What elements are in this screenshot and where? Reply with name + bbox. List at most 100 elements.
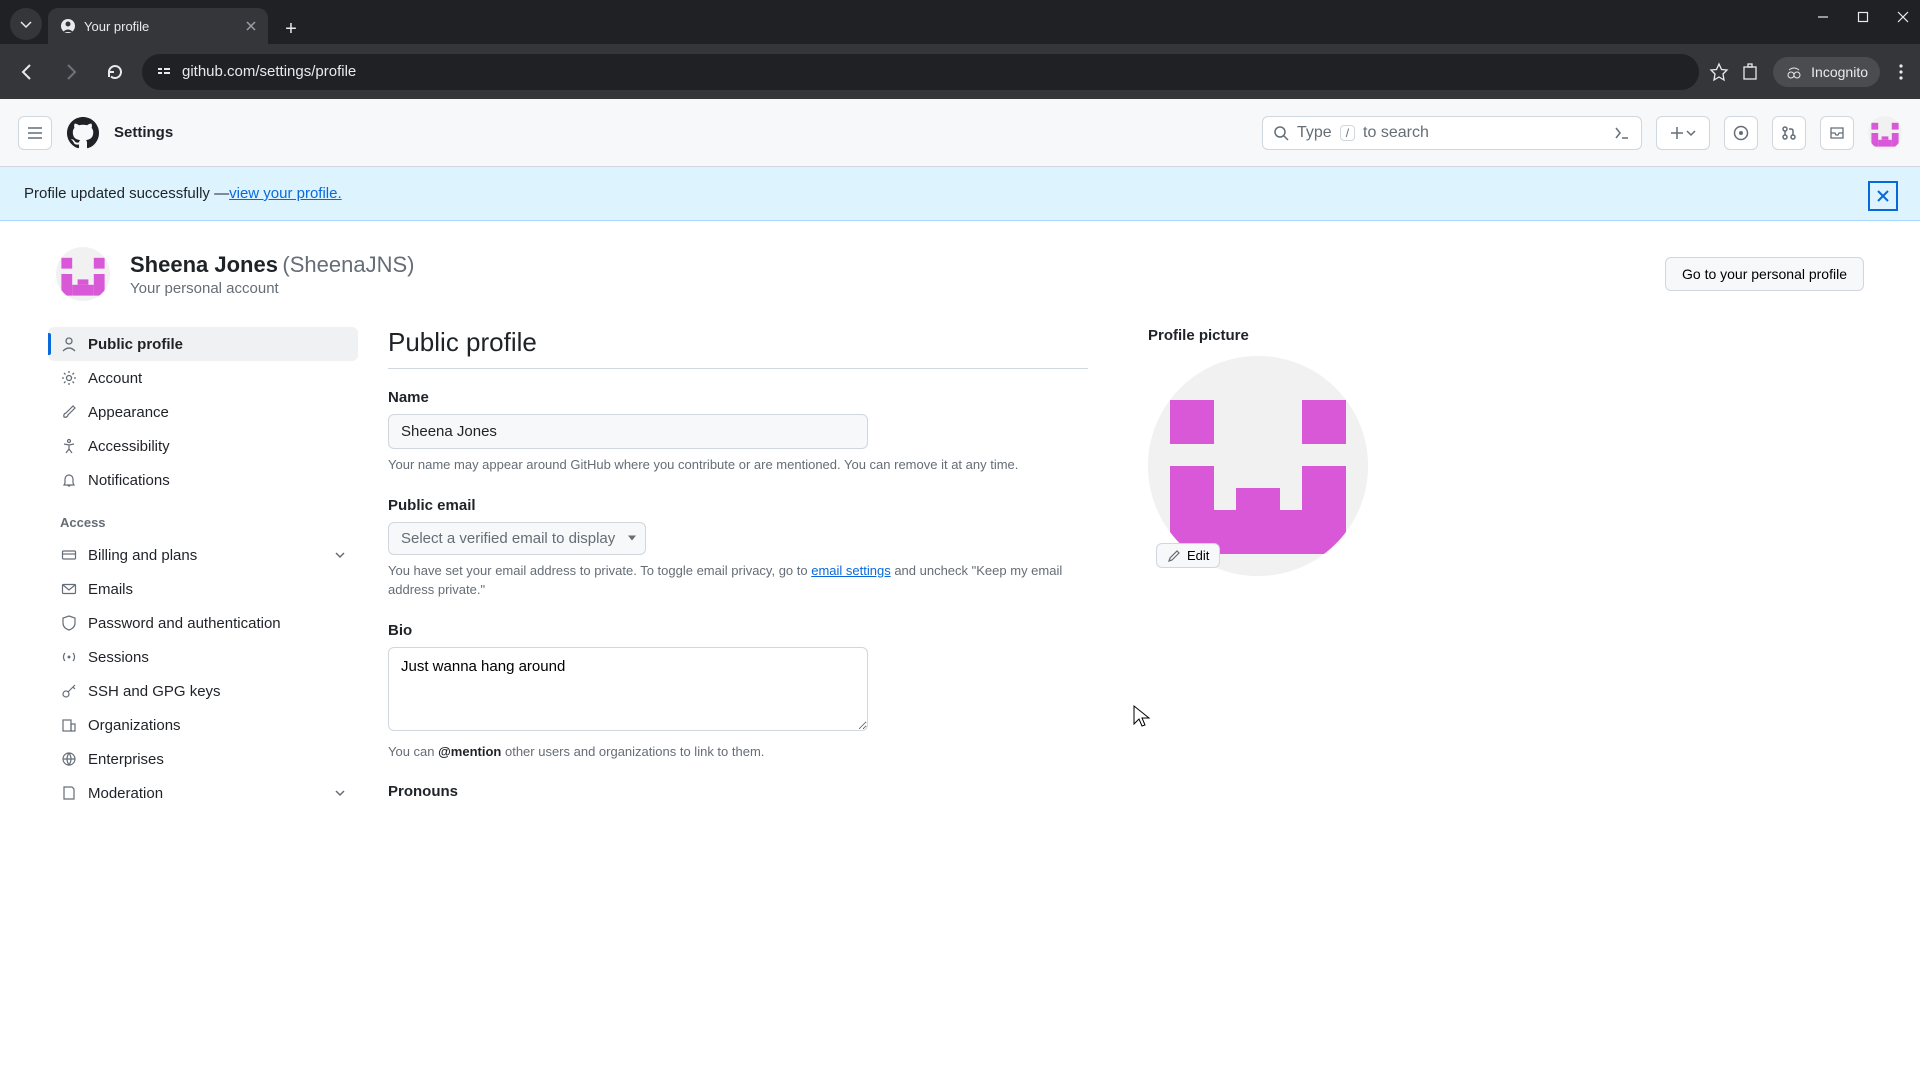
- nav-reload-button[interactable]: [98, 55, 132, 89]
- section-title: Public profile: [388, 327, 1088, 369]
- incognito-indicator[interactable]: Incognito: [1773, 57, 1880, 87]
- global-search[interactable]: Type / to search: [1262, 116, 1642, 150]
- go-to-profile-button[interactable]: Go to your personal profile: [1665, 257, 1864, 291]
- sidebar-label: Appearance: [88, 404, 169, 421]
- sidebar-item-ssh-keys[interactable]: SSH and GPG keys: [48, 674, 358, 708]
- field-public-email: Public email Select a verified email to …: [388, 497, 1088, 600]
- search-kbd: /: [1340, 125, 1355, 141]
- credit-card-icon: [60, 546, 78, 564]
- window-controls: [1814, 8, 1912, 26]
- account-display-name: Sheena Jones: [130, 252, 278, 277]
- sidebar-label: Public profile: [88, 336, 183, 353]
- sidebar-item-notifications[interactable]: Notifications: [48, 463, 358, 497]
- name-input[interactable]: [388, 414, 868, 449]
- field-name: Name Your name may appear around GitHub …: [388, 389, 1088, 475]
- chevron-down-icon: [334, 549, 346, 561]
- close-icon: [1877, 190, 1889, 202]
- email-select[interactable]: Select a verified email to display: [388, 522, 646, 555]
- sidebar-label: Password and authentication: [88, 615, 281, 632]
- flash-link[interactable]: view your profile.: [229, 185, 342, 202]
- site-info-icon[interactable]: [156, 64, 172, 80]
- address-bar: github.com/settings/profile Incognito: [0, 44, 1920, 99]
- pull-requests-button[interactable]: [1772, 116, 1806, 150]
- sidebar-label: Notifications: [88, 472, 170, 489]
- sidebar-item-account[interactable]: Account: [48, 361, 358, 395]
- bookmark-icon[interactable]: [1709, 62, 1729, 82]
- sidebar-item-emails[interactable]: Emails: [48, 572, 358, 606]
- window-maximize-icon[interactable]: [1854, 8, 1872, 26]
- sidebar-label: Enterprises: [88, 751, 164, 768]
- sidebar-item-organizations[interactable]: Organizations: [48, 708, 358, 742]
- identicon-icon: [56, 247, 110, 301]
- identicon-icon: [1868, 116, 1902, 150]
- issues-button[interactable]: [1724, 116, 1758, 150]
- nav-forward-button[interactable]: [54, 55, 88, 89]
- field-bio: Bio You can @mention other users and org…: [388, 622, 1088, 762]
- name-help: Your name may appear around GitHub where…: [388, 455, 1088, 475]
- pencil-icon: [1167, 549, 1181, 563]
- tab-close-icon[interactable]: [246, 21, 256, 31]
- broadcast-icon: [60, 648, 78, 666]
- flash-close-button[interactable]: [1868, 181, 1898, 211]
- email-label: Public email: [388, 497, 1088, 514]
- sidebar-label: Accessibility: [88, 438, 170, 455]
- browser-menu-icon[interactable]: [1892, 63, 1910, 81]
- sidebar-item-password[interactable]: Password and authentication: [48, 606, 358, 640]
- search-prefix: Type: [1297, 124, 1332, 142]
- window-minimize-icon[interactable]: [1814, 8, 1832, 26]
- nav-back-button[interactable]: [10, 55, 44, 89]
- sidebar-item-enterprises[interactable]: Enterprises: [48, 742, 358, 776]
- edit-picture-label: Edit: [1187, 548, 1209, 563]
- create-new-button[interactable]: [1656, 116, 1710, 150]
- url-text: github.com/settings/profile: [182, 63, 356, 80]
- tab-search-button[interactable]: [10, 8, 42, 40]
- name-label: Name: [388, 389, 1088, 406]
- page: Profile updated successfully — view your…: [0, 167, 1920, 1080]
- window-close-icon[interactable]: [1894, 8, 1912, 26]
- sidebar-label: Billing and plans: [88, 547, 197, 564]
- paintbrush-icon: [60, 403, 78, 421]
- incognito-label: Incognito: [1811, 64, 1868, 80]
- sidebar-item-public-profile[interactable]: Public profile: [48, 327, 358, 361]
- key-icon: [60, 682, 78, 700]
- app-header: Settings Type / to search: [0, 99, 1920, 167]
- bio-textarea[interactable]: [388, 647, 868, 731]
- bell-icon: [60, 471, 78, 489]
- sidebar-item-billing[interactable]: Billing and plans: [48, 538, 358, 572]
- sidebar-label: Account: [88, 370, 142, 387]
- incognito-icon: [1785, 63, 1803, 81]
- mail-icon: [60, 580, 78, 598]
- email-select-placeholder: Select a verified email to display: [401, 530, 615, 547]
- sidebar-item-moderation[interactable]: Moderation: [48, 776, 358, 810]
- flash-message: Profile updated successfully —: [24, 185, 229, 202]
- sidebar-item-appearance[interactable]: Appearance: [48, 395, 358, 429]
- tab-favicon-icon: [60, 18, 76, 34]
- email-settings-link[interactable]: email settings: [811, 563, 890, 578]
- sidebar-item-accessibility[interactable]: Accessibility: [48, 429, 358, 463]
- command-palette-icon[interactable]: [1613, 124, 1631, 142]
- edit-picture-button[interactable]: Edit: [1156, 543, 1220, 568]
- accessibility-icon: [60, 437, 78, 455]
- browser-tab[interactable]: Your profile: [48, 8, 268, 44]
- url-field[interactable]: github.com/settings/profile: [142, 54, 1699, 90]
- sidebar-item-sessions[interactable]: Sessions: [48, 640, 358, 674]
- pronouns-label: Pronouns: [388, 783, 1088, 800]
- report-icon: [60, 784, 78, 802]
- header-avatar[interactable]: [1868, 116, 1902, 150]
- sidebar-label: Sessions: [88, 649, 149, 666]
- person-icon: [60, 335, 78, 353]
- search-suffix: to search: [1363, 124, 1429, 142]
- sidebar-group-access: Access: [48, 497, 358, 538]
- account-avatar: [56, 247, 110, 301]
- hamburger-button[interactable]: [18, 116, 52, 150]
- new-tab-button[interactable]: +: [276, 14, 306, 44]
- settings-main: Public profile Name Your name may appear…: [388, 327, 1880, 1080]
- extensions-icon[interactable]: [1741, 62, 1761, 82]
- sidebar-label: Organizations: [88, 717, 181, 734]
- globe-icon: [60, 750, 78, 768]
- browser-chrome: Your profile + github.com/settings/profi…: [0, 0, 1920, 99]
- sidebar-label: Emails: [88, 581, 133, 598]
- chevron-down-icon: [334, 787, 346, 799]
- inbox-button[interactable]: [1820, 116, 1854, 150]
- github-logo-icon[interactable]: [66, 116, 100, 150]
